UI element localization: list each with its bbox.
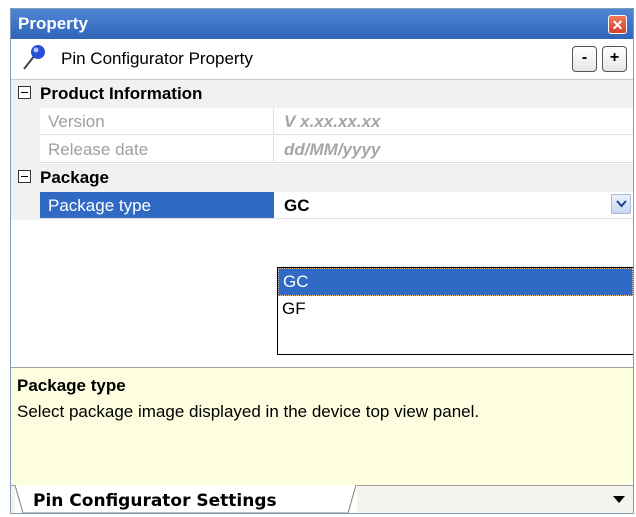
dropdown-option-gc[interactable]: GC bbox=[278, 268, 633, 296]
expand-button[interactable]: + bbox=[602, 46, 627, 72]
header-label: Pin Configurator Property bbox=[61, 49, 253, 68]
tab-bar: Pin Configurator Settings bbox=[11, 485, 633, 513]
chevron-down-icon bbox=[616, 200, 627, 208]
category-label: Package bbox=[40, 168, 109, 187]
dropdown-button[interactable] bbox=[611, 194, 631, 214]
close-button[interactable]: ✕ bbox=[608, 15, 627, 34]
package-type-dropdown-list: GC GF bbox=[277, 267, 633, 355]
property-window: Property ✕ Pin Configurator Property - +… bbox=[10, 8, 634, 514]
pin-icon bbox=[23, 45, 45, 70]
property-value: V x.xx.xx.xx bbox=[274, 108, 633, 135]
package-type-select[interactable]: GC bbox=[274, 192, 633, 219]
property-row-version[interactable]: Version V x.xx.xx.xx bbox=[11, 108, 633, 136]
collapse-toggle-icon[interactable] bbox=[18, 86, 31, 99]
property-header: Pin Configurator Property - + bbox=[11, 39, 633, 80]
window-title: Property bbox=[18, 14, 88, 33]
dropdown-option-gf[interactable]: GF bbox=[278, 296, 633, 324]
description-panel: Package type Select package image displa… bbox=[11, 367, 633, 486]
property-value: dd/MM/yyyy bbox=[274, 136, 633, 163]
property-name: Release date bbox=[40, 136, 274, 163]
property-row-release-date[interactable]: Release date dd/MM/yyyy bbox=[11, 136, 633, 164]
category-package[interactable]: Package bbox=[11, 164, 633, 192]
description-text: Select package image displayed in the de… bbox=[17, 402, 480, 421]
property-value: GC bbox=[284, 196, 310, 215]
tab-pin-configurator-settings[interactable]: Pin Configurator Settings bbox=[15, 485, 357, 513]
category-label: Product Information bbox=[40, 84, 203, 103]
description-title: Package type bbox=[17, 376, 126, 395]
collapse-toggle-icon[interactable] bbox=[18, 170, 31, 183]
property-row-package-type[interactable]: Package type GC bbox=[11, 192, 633, 220]
property-name: Package type bbox=[40, 192, 274, 219]
category-product-information[interactable]: Product Information bbox=[11, 80, 633, 108]
collapse-button[interactable]: - bbox=[572, 46, 597, 72]
title-bar[interactable]: Property ✕ bbox=[11, 9, 633, 39]
tab-menu-chevron-down-icon[interactable] bbox=[613, 496, 625, 503]
property-name: Version bbox=[40, 108, 274, 135]
tab-label: Pin Configurator Settings bbox=[33, 491, 277, 511]
